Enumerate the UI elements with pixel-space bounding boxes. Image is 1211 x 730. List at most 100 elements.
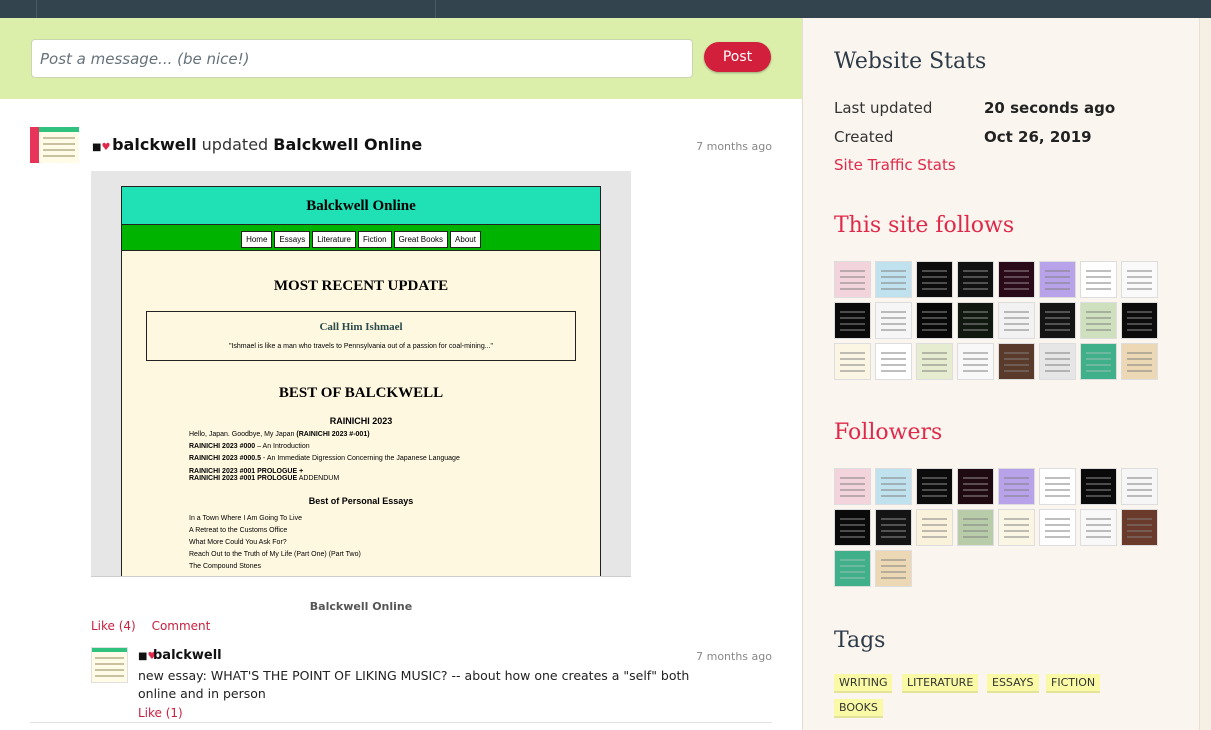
screenshot-list-item: RAINICHI 2023 #000.5 - An Immediate Digr… xyxy=(189,455,460,462)
screenshot-nav-item: Home xyxy=(241,231,273,248)
site-thumbnail-tile[interactable] xyxy=(1039,509,1076,546)
site-thumbnail-tile[interactable] xyxy=(957,302,994,339)
main-feed: Post ■♥ balckwell updated Balckwell Onli… xyxy=(0,18,802,730)
user-heart-icon: ■♥ xyxy=(92,142,111,153)
site-thumbnail-tile[interactable] xyxy=(1039,343,1076,380)
site-sidebar: Website Stats Last updated 20 seconds ag… xyxy=(802,18,1199,730)
screenshot-caption[interactable]: Balckwell Online xyxy=(91,600,631,613)
screenshot-list-item: Hello, Japan. Goodbye, My Japan (RAINICH… xyxy=(189,431,370,438)
site-thumbnail-tile[interactable] xyxy=(875,343,912,380)
post-button[interactable]: Post xyxy=(704,42,771,72)
comment-text: new essay: WHAT'S THE POINT OF LIKING MU… xyxy=(138,668,690,701)
screenshot-list-item: In a Town Where I Am Going To Live xyxy=(189,515,302,522)
screenshot-nav-item: About xyxy=(450,231,481,248)
site-thumbnail-tile[interactable] xyxy=(875,468,912,505)
screenshot-best-heading: BEST OF BALCKWELL xyxy=(278,385,444,401)
top-bar-divider xyxy=(36,0,37,18)
site-thumbnail-tile[interactable] xyxy=(1080,468,1117,505)
site-thumbnail-tile[interactable] xyxy=(834,550,871,587)
site-thumbnail-tile[interactable] xyxy=(1039,468,1076,505)
site-thumbnail-tile[interactable] xyxy=(1039,261,1076,298)
site-thumbnail-tile[interactable] xyxy=(916,509,953,546)
site-thumbnail-tile[interactable] xyxy=(834,509,871,546)
screenshot-list-item: RAINICHI 2023 #000 – An Introduction xyxy=(189,443,310,450)
site-thumbnail-tile[interactable] xyxy=(998,261,1035,298)
site-thumbnail-tile[interactable] xyxy=(998,302,1035,339)
site-thumbnail-tile[interactable] xyxy=(875,550,912,587)
site-thumbnail-tile[interactable] xyxy=(875,261,912,298)
site-thumbnail-tile[interactable] xyxy=(957,343,994,380)
event-timestamp: 7 months ago xyxy=(696,140,772,153)
screenshot-recent-quote: "Ishmael is like a man who travels to Pe… xyxy=(228,343,494,350)
site-thumbnail-tile[interactable] xyxy=(957,261,994,298)
site-thumbnail-tile[interactable] xyxy=(1080,261,1117,298)
top-bar-divider xyxy=(435,0,436,18)
comment-button[interactable]: Comment xyxy=(152,619,211,633)
site-thumbnail-tile[interactable] xyxy=(1121,509,1158,546)
tag-writing[interactable]: WRITING xyxy=(834,674,893,693)
site-screenshot[interactable]: Balckwell Online Home Essays Literature … xyxy=(91,171,631,577)
tag-literature[interactable]: LITERATURE xyxy=(902,674,979,693)
post-message-input[interactable] xyxy=(31,39,693,78)
screenshot-list-item: RAINICHI 2023 #001 PROLOGUE ADDENDUM xyxy=(189,475,340,482)
event-headline: ■♥ balckwell updated Balckwell Online xyxy=(92,135,422,154)
site-thumbnail-avatar[interactable] xyxy=(30,127,79,163)
site-thumbnail-tile[interactable] xyxy=(834,343,871,380)
top-navigation-bar xyxy=(0,0,1211,18)
site-thumbnail-tile[interactable] xyxy=(916,261,953,298)
screenshot-essays-heading: Best of Personal Essays xyxy=(308,496,414,506)
screenshot-nav: Home Essays Literature Fiction Great Boo… xyxy=(122,225,600,251)
site-thumbnail-tile[interactable] xyxy=(1080,343,1117,380)
screenshot-list-item: What More Could You Ask For? xyxy=(189,539,287,546)
site-thumbnail-tile[interactable] xyxy=(1121,343,1158,380)
created-value: Oct 26, 2019 xyxy=(984,128,1092,146)
site-thumbnail-tile[interactable] xyxy=(1039,302,1076,339)
comment-username[interactable]: ■♥balckwell xyxy=(138,648,222,663)
site-thumbnail-tile[interactable] xyxy=(957,509,994,546)
site-thumbnail-tile[interactable] xyxy=(1080,302,1117,339)
page-right-edge xyxy=(1199,18,1211,730)
site-thumbnail-tile[interactable] xyxy=(916,343,953,380)
tag-books[interactable]: BOOKS xyxy=(834,699,883,718)
tag-essays[interactable]: ESSAYS xyxy=(987,674,1039,693)
site-thumbnail-tile[interactable] xyxy=(916,302,953,339)
site-thumbnail-tile[interactable] xyxy=(834,261,871,298)
site-thumbnail-tile[interactable] xyxy=(998,343,1035,380)
site-thumbnail-tile[interactable] xyxy=(1121,302,1158,339)
comment-avatar[interactable] xyxy=(91,647,128,683)
created-label: Created xyxy=(834,128,894,146)
site-thumbnail-tile[interactable] xyxy=(998,509,1035,546)
site-thumbnail-tile[interactable] xyxy=(916,468,953,505)
user-heart-icon: ■♥ xyxy=(138,651,157,662)
site-thumbnail-tile[interactable] xyxy=(875,509,912,546)
follows-heading: This site follows xyxy=(834,213,1015,238)
site-traffic-stats-link[interactable]: Site Traffic Stats xyxy=(834,156,956,174)
event-actions: Like (4) Comment xyxy=(91,619,222,633)
site-thumbnail-tile[interactable] xyxy=(834,468,871,505)
site-thumbnail-tile[interactable] xyxy=(875,302,912,339)
screenshot-nav-item: Literature xyxy=(312,231,356,248)
event-username-link[interactable]: balckwell xyxy=(112,135,196,154)
tags-heading: Tags xyxy=(834,628,886,653)
site-thumbnail-tile[interactable] xyxy=(1080,509,1117,546)
last-updated-value: 20 seconds ago xyxy=(984,99,1116,117)
like-button[interactable]: Like (4) xyxy=(91,619,136,633)
screenshot-list-item: RAINICHI 2023 #001 PROLOGUE + xyxy=(189,468,304,475)
screenshot-list-item: Reach Out to the Truth of My Life (Part … xyxy=(189,551,361,558)
site-thumbnail-tile[interactable] xyxy=(1121,468,1158,505)
screenshot-rainichi-list: Hello, Japan. Goodbye, My Japan (RAINICH… xyxy=(189,431,600,482)
site-thumbnail-tile[interactable] xyxy=(834,302,871,339)
screenshot-nav-item: Fiction xyxy=(358,231,392,248)
event-site-link[interactable]: Balckwell Online xyxy=(273,135,422,154)
comment-like-button[interactable]: Like (1) xyxy=(138,706,183,720)
screenshot-recent-box: Call Him Ishmael "Ishmael is like a man … xyxy=(146,311,576,361)
screenshot-rainichi-heading: RAINICHI 2023 xyxy=(329,416,393,426)
screenshot-site-title: Balckwell Online xyxy=(122,187,600,225)
site-screenshot-page: Balckwell Online Home Essays Literature … xyxy=(121,186,601,576)
site-thumbnail-tile[interactable] xyxy=(957,468,994,505)
feed-divider xyxy=(30,722,772,723)
tag-fiction[interactable]: FICTION xyxy=(1046,674,1101,693)
site-thumbnail-tile[interactable] xyxy=(998,468,1035,505)
screenshot-nav-item: Great Books xyxy=(393,231,449,248)
site-thumbnail-tile[interactable] xyxy=(1121,261,1158,298)
